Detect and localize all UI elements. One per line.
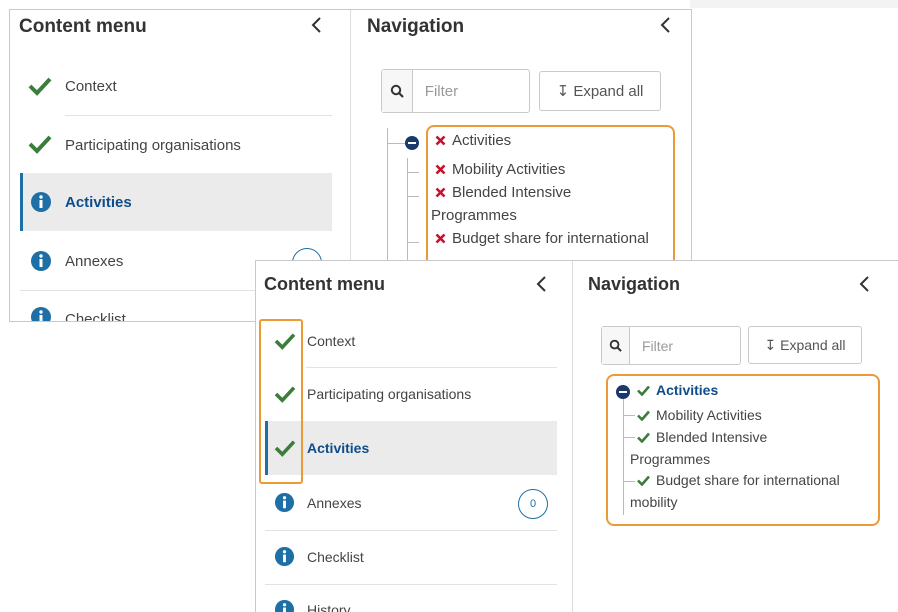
collapse-minus-icon[interactable] (616, 385, 630, 399)
menu-item-checklist[interactable]: Checklist (265, 531, 557, 584)
chevron-left-icon[interactable] (535, 273, 549, 300)
navigation-title: Navigation (588, 274, 681, 294)
menu-item-label: Context (65, 78, 117, 95)
info-icon (30, 250, 52, 277)
search-icon[interactable] (382, 70, 413, 112)
check-icon (637, 430, 650, 446)
chevron-left-icon[interactable] (310, 14, 324, 41)
background-strip (690, 0, 898, 8)
collapse-minus-icon[interactable] (405, 136, 419, 150)
expand-all-button[interactable]: ↧ Expand all (748, 326, 862, 364)
check-icon (637, 408, 650, 424)
menu-item-label: Activities (65, 194, 132, 211)
check-highlight-box (259, 319, 303, 484)
menu-item-label: Checklist (307, 549, 364, 565)
tree-line (407, 196, 419, 197)
tree-line (387, 143, 405, 144)
content-menu-panel: Content menu Context Participating organ… (256, 261, 573, 612)
tree-node-wrap: Programmes (630, 451, 711, 467)
navigation-panel: Navigation ↧ Expand all Activities Mobil… (573, 261, 898, 612)
menu-item-participating-organisations[interactable]: Participating organisations (20, 116, 332, 172)
menu-item-history[interactable]: History (265, 585, 557, 612)
menu-item-annexes[interactable]: Annexes 0 (265, 476, 557, 529)
search-icon[interactable] (602, 327, 630, 364)
chevron-left-icon[interactable] (659, 14, 673, 41)
navigation-title: Navigation (367, 16, 465, 37)
menu-item-label: Checklist (65, 311, 126, 322)
menu-item-label: Participating organisations (65, 137, 241, 154)
menu-item-activities[interactable]: Activities (20, 173, 332, 231)
menu-item-participating-organisations[interactable]: Participating organisations (265, 368, 557, 420)
info-icon (30, 306, 52, 321)
tree-line (407, 172, 419, 173)
check-icon (28, 134, 52, 159)
chevron-left-icon[interactable] (858, 273, 872, 300)
tree-node-wrap: mobility (630, 494, 678, 510)
filter-input[interactable] (629, 327, 740, 364)
tree-line (623, 437, 635, 438)
menu-item-label: Activities (307, 440, 370, 456)
menu-item-label: Annexes (65, 253, 124, 270)
tree-node-blended-intensive[interactable]: Blended Intensive (637, 429, 767, 446)
content-menu-title: Content menu (264, 274, 385, 294)
tree-node-mobility-activities[interactable]: Mobility Activities (637, 407, 762, 424)
active-indicator (20, 173, 23, 231)
menu-item-label: Context (307, 333, 356, 349)
tree-line (407, 242, 419, 243)
info-icon (274, 599, 295, 612)
content-menu-title: Content menu (19, 16, 147, 37)
tree-line (623, 481, 635, 482)
menu-item-label: Participating organisations (307, 386, 472, 402)
menu-item-activities[interactable]: Activities (265, 421, 557, 475)
menu-item-context[interactable]: Context (20, 60, 332, 115)
tree-line (623, 415, 635, 416)
count-badge: 0 (518, 489, 548, 519)
filter-input-group (601, 326, 741, 365)
menu-item-label: Annexes (307, 495, 362, 511)
filter-input-group (381, 69, 530, 113)
info-icon (30, 191, 52, 218)
check-icon (637, 383, 650, 399)
check-icon (637, 473, 650, 489)
tree-node-activities[interactable]: Activities (637, 382, 718, 399)
menu-item-context[interactable]: Context (265, 317, 557, 367)
front-screenshot: Content menu Context Participating organ… (255, 260, 898, 612)
expand-all-button[interactable]: ↧ Expand all (539, 71, 661, 111)
info-icon (274, 546, 295, 572)
info-icon (274, 492, 295, 518)
filter-input[interactable] (412, 70, 529, 112)
check-icon (28, 76, 52, 101)
tree-line (623, 399, 624, 515)
tree-node-budget-share[interactable]: Budget share for international (637, 472, 840, 489)
